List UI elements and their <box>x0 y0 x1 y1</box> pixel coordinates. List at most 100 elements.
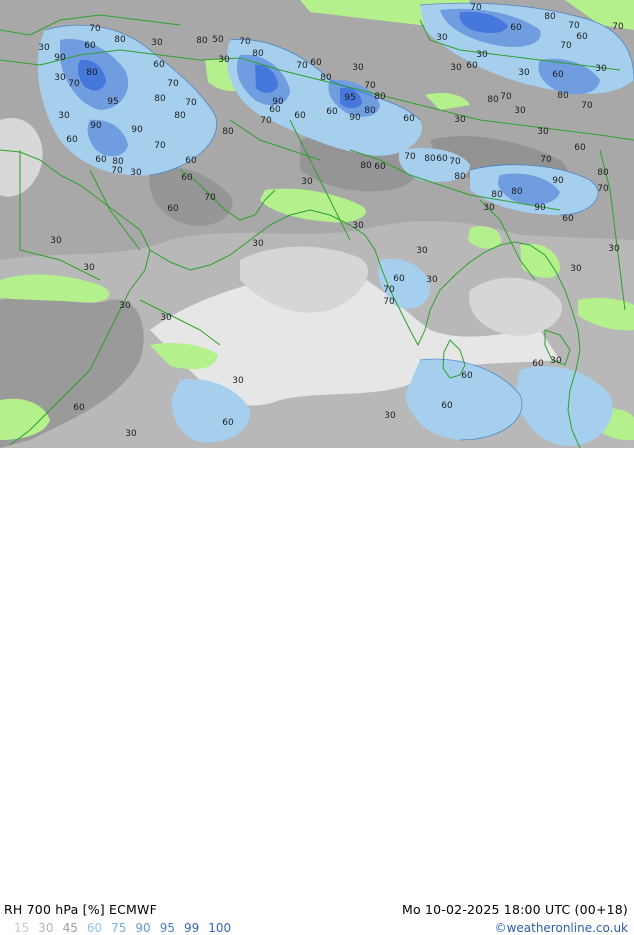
contour-label: 60 <box>576 32 588 42</box>
contour-label: 70 <box>383 297 395 307</box>
legend-level: 45 <box>62 921 78 935</box>
contour-label: 70 <box>89 24 101 34</box>
contour-label: 60 <box>269 105 281 115</box>
contour-label: 60 <box>552 70 564 80</box>
contour-label: 80 <box>114 35 126 45</box>
contour-label: 30 <box>436 33 448 43</box>
contour-label: 80 <box>174 111 186 121</box>
contour-label: 30 <box>301 177 313 187</box>
contour-label: 60 <box>153 60 165 70</box>
contour-label: 80 <box>424 154 436 164</box>
contour-label: 30 <box>416 246 428 256</box>
contour-label: 30 <box>426 275 438 285</box>
contour-label: 70 <box>597 184 609 194</box>
contour-label: 60 <box>326 107 338 117</box>
contour-label: 70 <box>449 157 461 167</box>
contour-label: 30 <box>50 236 62 246</box>
contour-label: 60 <box>510 23 522 33</box>
legend-level: 99 <box>183 921 200 935</box>
contour-label: 80 <box>86 68 98 78</box>
contour-label: 70 <box>204 193 216 203</box>
contour-label: 30 <box>570 264 582 274</box>
contour-label: 70 <box>383 285 395 295</box>
contour-label: 70 <box>612 22 624 32</box>
contour-label: 70 <box>568 21 580 31</box>
contour-label: 90 <box>54 53 66 63</box>
contour-label: 60 <box>574 143 586 153</box>
contour-label: 30 <box>550 356 562 366</box>
contour-label: 70 <box>560 41 572 51</box>
contour-label: 60 <box>185 156 197 166</box>
contour-label: 70 <box>239 37 251 47</box>
contour-label: 90 <box>552 176 564 186</box>
legend-level: 60 <box>86 921 103 935</box>
contour-label: 70 <box>68 79 80 89</box>
contour-label: 60 <box>73 403 85 413</box>
contour-label: 30 <box>130 168 142 178</box>
contour-label: 30 <box>218 55 230 65</box>
contour-label: 60 <box>466 61 478 71</box>
contour-label: 60 <box>167 204 179 214</box>
color-legend: 15 30 45 60 75 90 95 99 100 <box>14 921 240 935</box>
legend-level: 90 <box>135 921 151 935</box>
contour-label: 30 <box>537 127 549 137</box>
contour-label: 80 <box>491 190 503 200</box>
contour-label: 30 <box>119 301 131 311</box>
contour-label: 60 <box>294 111 306 121</box>
contour-label: 90 <box>534 203 546 213</box>
contour-label: 70 <box>167 79 179 89</box>
contour-label: 30 <box>454 115 466 125</box>
contour-label: 95 <box>107 97 118 107</box>
footer: RH 700 hPa [%] ECMWF Mo 10-02-2025 18:00… <box>0 448 634 935</box>
contour-label: 60 <box>441 401 453 411</box>
contour-label: 80 <box>222 127 234 137</box>
contour-label: 30 <box>352 221 364 231</box>
contour-label: 80 <box>454 172 466 182</box>
contour-label: 80 <box>364 106 376 116</box>
legend-level: 100 <box>208 921 232 935</box>
contour-label: 80 <box>154 94 166 104</box>
credit-link[interactable]: ©weatheronline.co.uk <box>495 921 628 935</box>
contour-label: 80 <box>557 91 569 101</box>
contour-label: 70 <box>540 155 552 165</box>
contour-label: 60 <box>374 162 386 172</box>
contour-label: 60 <box>403 114 415 124</box>
contour-label: 70 <box>404 152 416 162</box>
contour-label: 30 <box>38 43 50 53</box>
contour-label: 70 <box>296 61 308 71</box>
legend-level: 75 <box>111 921 127 935</box>
contour-label: 70 <box>364 81 376 91</box>
contour-label: 70 <box>260 116 272 126</box>
contour-label: 60 <box>66 135 78 145</box>
contour-label: 80 <box>252 49 264 59</box>
contour-label: 60 <box>461 371 473 381</box>
contour-label: 30 <box>608 244 620 254</box>
contour-label: 80 <box>360 161 372 171</box>
contour-label: 60 <box>95 155 107 165</box>
contour-label: 80 <box>597 168 609 178</box>
contour-label: 60 <box>310 58 322 68</box>
contour-label: 60 <box>393 274 405 284</box>
contour-label: 70 <box>111 166 123 176</box>
contour-label: 30 <box>514 106 526 116</box>
contour-label: 80 <box>196 36 208 46</box>
contour-label: 30 <box>83 263 95 273</box>
contour-label: 80 <box>320 73 332 83</box>
contour-label: 60 <box>84 41 96 51</box>
contour-label: 80 <box>511 187 523 197</box>
contour-label: 50 <box>212 35 224 45</box>
contour-label: 30 <box>450 63 462 73</box>
rh-map: 708070606070307060303030 6030706080 30 80 50… <box>0 0 634 448</box>
contour-label: 60 <box>181 173 193 183</box>
legend-level: 15 <box>14 921 30 935</box>
contour-label: 80 <box>487 95 499 105</box>
contour-label: 60 <box>562 214 574 224</box>
contour-label: 90 <box>349 113 361 123</box>
contour-label: 30 <box>352 63 364 73</box>
legend-level: 95 <box>159 921 175 935</box>
contour-label: 30 <box>58 111 70 121</box>
contour-label: 70 <box>581 101 593 111</box>
contour-label: 60 <box>532 359 544 369</box>
contour-label: 70 <box>185 98 197 108</box>
contour-label: 95 <box>344 93 355 103</box>
